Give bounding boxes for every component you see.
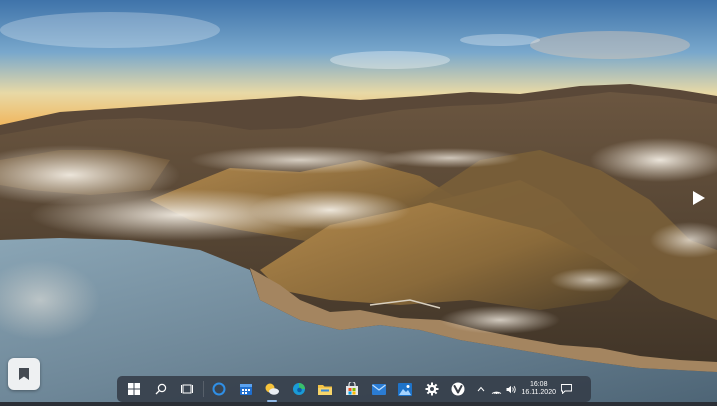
weather-app[interactable] — [262, 379, 282, 402]
taskbar-divider — [202, 381, 204, 397]
clock-time: 16:08 — [529, 380, 548, 388]
desktop-wallpaper — [0, 0, 717, 406]
photos-icon — [398, 382, 413, 396]
edge-browser[interactable] — [289, 379, 309, 399]
settings-app[interactable] — [422, 379, 442, 399]
bookmark-button[interactable] — [8, 358, 40, 390]
task-view-icon — [181, 384, 194, 394]
notification-icon — [561, 384, 573, 394]
calendar-app[interactable] — [236, 379, 256, 399]
search-icon — [155, 383, 167, 395]
screen-bottom-edge — [0, 402, 717, 406]
mail-app[interactable] — [369, 379, 389, 399]
system-tray — [474, 382, 519, 396]
show-hidden-icons-button[interactable] — [475, 382, 487, 396]
landscape-image — [0, 0, 717, 406]
file-explorer[interactable] — [315, 379, 335, 399]
photos-app[interactable] — [395, 379, 415, 399]
sun-cloud-icon — [265, 383, 280, 395]
taskbar-clock[interactable]: 16:08 16.11.2020 — [521, 380, 556, 398]
circle-icon — [212, 382, 226, 396]
network-button[interactable] — [490, 382, 502, 396]
v-logo-icon — [451, 382, 465, 396]
store-bag-icon — [346, 382, 359, 395]
vivaldi-browser[interactable] — [448, 379, 468, 399]
volume-icon — [506, 385, 516, 393]
microsoft-store[interactable] — [342, 379, 362, 399]
cortana-button[interactable] — [209, 379, 229, 399]
calendar-icon — [239, 384, 252, 395]
next-wallpaper-button[interactable] — [692, 190, 706, 206]
clock-date: 16.11.2020 — [521, 389, 556, 396]
mail-icon — [371, 383, 386, 395]
search-button[interactable] — [151, 379, 171, 399]
network-icon — [491, 391, 501, 394]
taskbar: 16:08 16.11.2020 — [117, 376, 591, 402]
edge-icon — [292, 383, 305, 395]
windows-logo-icon — [128, 383, 141, 395]
task-view-button[interactable] — [177, 379, 197, 399]
start-button[interactable] — [124, 379, 144, 399]
folder-icon — [318, 385, 333, 395]
action-center-button[interactable] — [560, 382, 574, 396]
chevron-up-icon — [477, 386, 485, 392]
volume-button[interactable] — [505, 382, 517, 396]
chevron-right-icon — [693, 191, 705, 205]
bookmark-icon — [19, 368, 29, 380]
gear-icon — [425, 382, 439, 396]
